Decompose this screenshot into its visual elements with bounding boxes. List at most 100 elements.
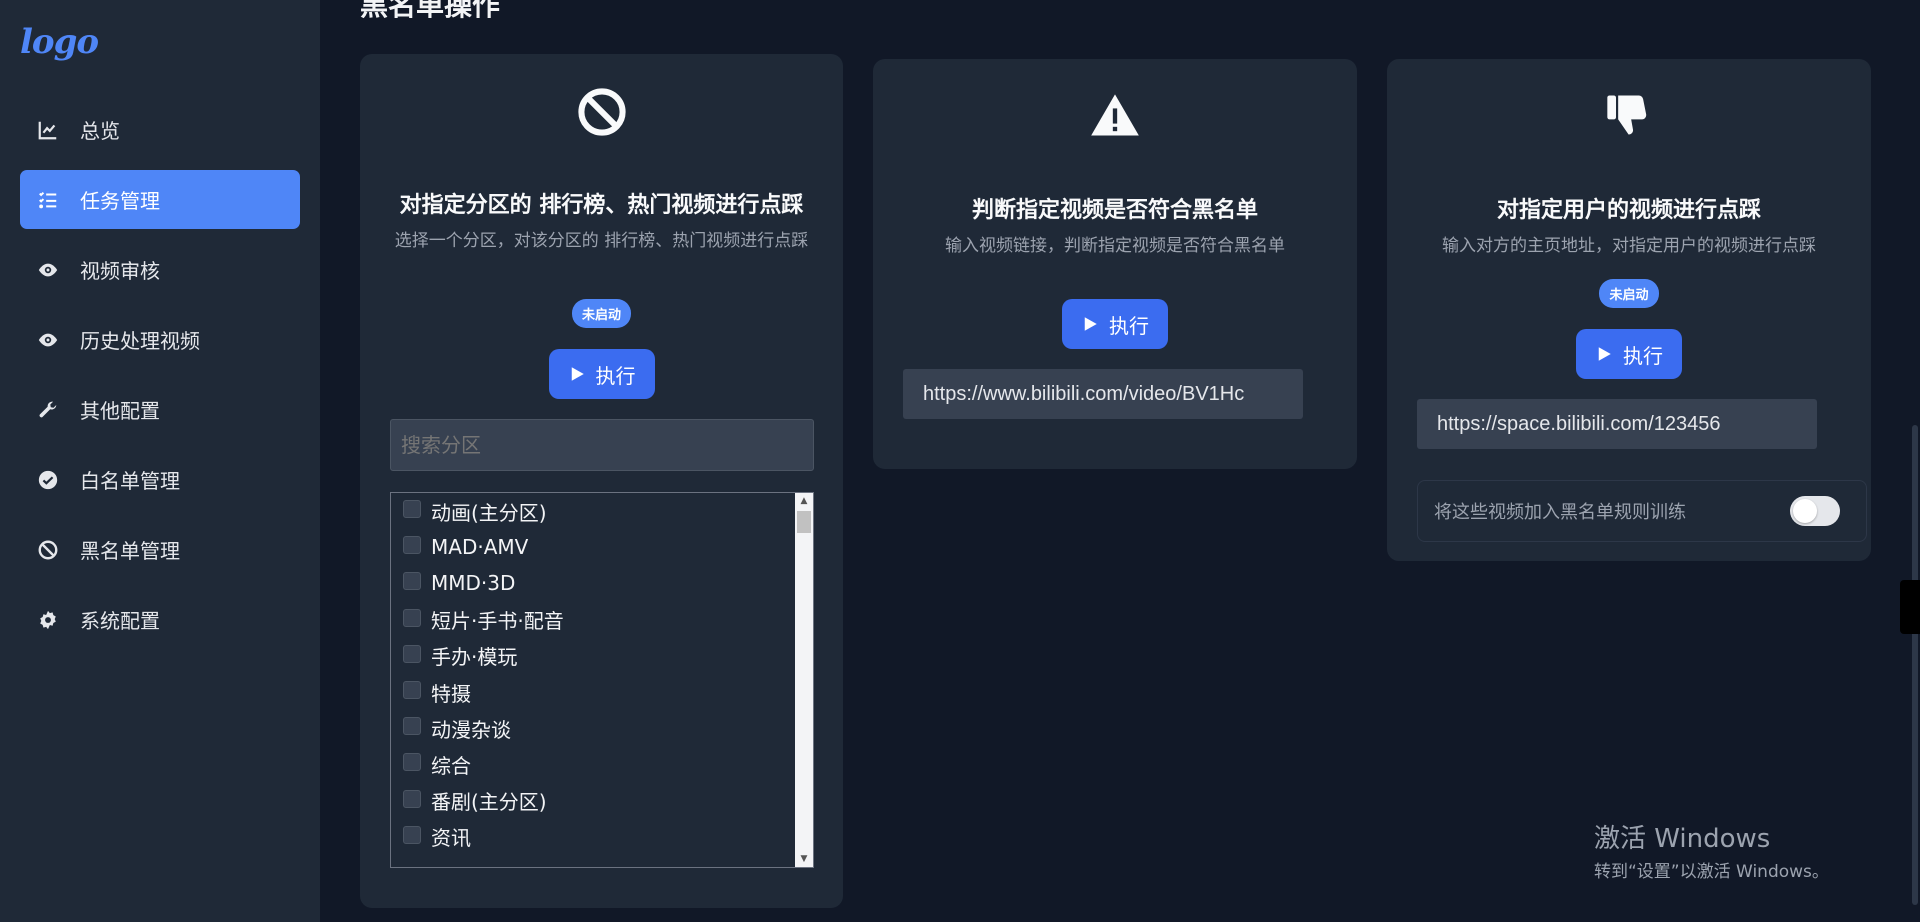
watermark-line1: 激活 Windows: [1594, 824, 1771, 854]
category-list-items: 动画(主分区) MAD·AMV MMD·3D 短片·手书·配音 手办·模玩特摄动漫杂谈综…: [391, 493, 813, 855]
video-url-input[interactable]: [903, 369, 1303, 419]
sidebar-item-label: 总览: [80, 119, 120, 143]
page-scroll-thumb[interactable]: [1912, 425, 1918, 905]
category-list-item[interactable]: 动漫杂谈: [391, 710, 813, 746]
category-checkbox[interactable]: [403, 608, 421, 627]
category-label: 番剧(主分区): [431, 790, 547, 815]
category-checkbox[interactable]: [403, 644, 421, 663]
task-list-icon: [34, 186, 62, 214]
play-icon: [1084, 317, 1097, 331]
card-description: 输入对方的主页地址，对指定用户的视频进行点踩: [1442, 236, 1816, 256]
card-title: 对指定用户的视频进行点踩: [1496, 198, 1761, 223]
category-checkbox[interactable]: [403, 681, 421, 700]
play-icon: [571, 367, 584, 381]
category-list-item[interactable]: 短片·手书·配音: [391, 602, 813, 638]
scroll-up-arrow-icon[interactable]: ▲: [795, 493, 813, 509]
category-checkbox[interactable]: [403, 789, 421, 808]
warning-icon: [873, 90, 1357, 142]
card-title: 判断指定视频是否符合黑名单: [971, 198, 1258, 223]
train-toggle-row: 将这些视频加入黑名单规则训练: [1417, 480, 1867, 542]
sidebar-item-label: 黑名单管理: [80, 539, 180, 563]
user-url-input[interactable]: [1417, 399, 1817, 449]
status-badge: 未启动: [1599, 279, 1659, 308]
thumbs-down-icon: [1387, 89, 1871, 141]
sidebar: logo 总览 任务管理 视频审核 历史处理视频 其他配置 白名单管理 黑名单管…: [0, 0, 320, 922]
sidebar-item-label: 历史处理视频: [80, 329, 200, 353]
execute-button[interactable]: 执行: [1062, 299, 1168, 349]
category-checkbox[interactable]: [403, 717, 421, 736]
card-user-dislike: 对指定用户的视频进行点踩 输入对方的主页地址，对指定用户的视频进行点踩 未启动 …: [1387, 59, 1871, 561]
execute-button[interactable]: 执行: [1576, 329, 1682, 379]
category-list-item[interactable]: 资讯: [391, 819, 813, 855]
card-description: 选择一个分区，对该分区的 排行榜、热门视频进行点踩: [394, 231, 809, 251]
sidebar-item-label: 任务管理: [80, 189, 160, 213]
chart-line-icon: [34, 116, 62, 144]
eye-icon: [34, 326, 62, 354]
execute-button[interactable]: 执行: [548, 349, 655, 399]
sidebar-item-history-videos[interactable]: 历史处理视频: [20, 310, 300, 369]
card-category-dislike: 对指定分区的 排行榜、热门视频进行点踩 选择一个分区，对该分区的 排行榜、热门视…: [360, 54, 843, 908]
category-list[interactable]: 动画(主分区) MAD·AMV MMD·3D 短片·手书·配音 手办·模玩特摄动漫杂谈综…: [390, 492, 814, 868]
category-list-item[interactable]: 番剧(主分区): [391, 783, 813, 819]
card-check-video: 判断指定视频是否符合黑名单 输入视频链接，判断指定视频是否符合黑名单 执行: [873, 59, 1357, 469]
section-title: 黑名单操作: [360, 0, 501, 22]
card-description: 输入视频链接，判断指定视频是否符合黑名单: [945, 236, 1285, 256]
scroll-down-arrow-icon[interactable]: ▼: [795, 851, 813, 867]
category-checkbox[interactable]: [403, 572, 421, 591]
page-scrollbar[interactable]: [1910, 0, 1920, 922]
list-scrollbar[interactable]: ▲ ▼: [795, 493, 813, 867]
card-title: 对指定分区的 排行榜、热门视频进行点踩: [399, 193, 804, 218]
check-circle-icon: [34, 466, 62, 494]
category-list-item[interactable]: 手办·模玩: [391, 638, 813, 674]
status-badge: 未启动: [571, 299, 631, 328]
train-toggle-switch[interactable]: [1790, 496, 1840, 526]
category-list-item[interactable]: 综合: [391, 746, 813, 782]
category-label: 动漫杂谈: [431, 717, 511, 742]
sidebar-item-blacklist[interactable]: 黑名单管理: [20, 520, 300, 579]
category-label: 综合: [431, 753, 471, 778]
category-list-item[interactable]: 特摄: [391, 674, 813, 710]
button-label: 执行: [1623, 343, 1663, 368]
category-checkbox[interactable]: [403, 536, 421, 555]
sidebar-item-label: 其他配置: [80, 399, 160, 423]
wrench-icon: [34, 396, 62, 424]
sidebar-item-whitelist[interactable]: 白名单管理: [20, 450, 300, 509]
category-label: 特摄: [431, 681, 471, 706]
scroll-thumb[interactable]: [797, 511, 811, 533]
sidebar-item-label: 系统配置: [80, 609, 160, 633]
sidebar-item-other-config[interactable]: 其他配置: [20, 380, 300, 439]
windows-activation-watermark: 激活 Windows 转到“设置”以激活 Windows。: [1594, 818, 1829, 882]
eye-icon: [34, 256, 62, 284]
toggle-label: 将这些视频加入黑名单规则训练: [1434, 502, 1686, 523]
category-search-input[interactable]: [390, 419, 814, 471]
toggle-knob: [1793, 499, 1817, 523]
category-label: MMD·3D: [431, 571, 516, 596]
category-label: MAD·AMV: [431, 535, 529, 560]
category-checkbox[interactable]: [403, 500, 421, 519]
sidebar-item-task-management[interactable]: 任务管理: [20, 170, 300, 229]
category-label: 手办·模玩: [431, 645, 518, 670]
category-list-item[interactable]: 动画(主分区): [391, 493, 813, 529]
gear-icon: [34, 606, 62, 634]
category-label: 动画(主分区): [431, 500, 547, 525]
sidebar-item-label: 视频审核: [80, 259, 160, 283]
category-list-item[interactable]: MMD·3D: [391, 565, 813, 601]
button-label: 执行: [595, 363, 636, 388]
sidebar-item-system-config[interactable]: 系统配置: [20, 590, 300, 649]
sidebar-item-label: 白名单管理: [80, 469, 180, 493]
sidebar-nav: 总览 任务管理 视频审核 历史处理视频 其他配置 白名单管理 黑名单管理 系统配…: [20, 100, 300, 660]
sidebar-item-overview[interactable]: 总览: [20, 100, 300, 159]
ban-icon: [360, 86, 843, 138]
category-checkbox[interactable]: [403, 753, 421, 772]
category-checkbox[interactable]: [403, 825, 421, 844]
sidebar-item-video-review[interactable]: 视频审核: [20, 240, 300, 299]
category-list-item[interactable]: MAD·AMV: [391, 529, 813, 565]
logo[interactable]: logo: [20, 22, 99, 62]
play-icon: [1598, 347, 1611, 361]
button-label: 执行: [1109, 313, 1149, 338]
side-panel-handle[interactable]: [1900, 580, 1920, 634]
category-label: 短片·手书·配音: [431, 609, 564, 634]
ban-icon: [34, 536, 62, 564]
category-label: 资讯: [431, 826, 471, 851]
watermark-line2: 转到“设置”以激活 Windows。: [1594, 862, 1829, 882]
